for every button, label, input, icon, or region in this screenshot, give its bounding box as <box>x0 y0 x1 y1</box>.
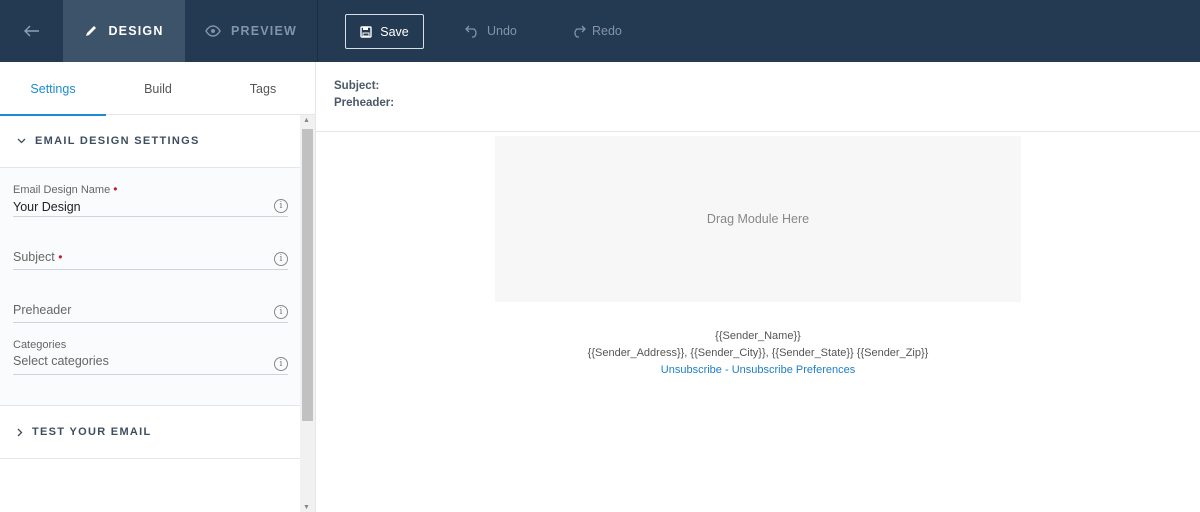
panel-tabs: Settings Build Tags <box>0 62 316 116</box>
tab-settings-label: Settings <box>30 81 76 96</box>
scroll-down-arrow-icon[interactable]: ▼ <box>303 504 310 511</box>
tab-settings[interactable]: Settings <box>0 62 106 116</box>
undo-icon <box>465 24 481 38</box>
chevron-right-icon <box>17 428 23 437</box>
drop-zone-text: Drag Module Here <box>706 212 810 226</box>
chevron-down-icon <box>17 138 26 144</box>
email-design-name-value: Your Design <box>13 200 81 214</box>
subject-label-text: Subject <box>13 250 55 264</box>
test-your-email-header[interactable]: TEST YOUR EMAIL <box>0 406 300 459</box>
email-meta: Subject: Preheader: <box>334 78 394 112</box>
email-design-settings-body: Email Design Name • Your Design i Subjec… <box>0 168 300 406</box>
subject-label: Subject • <box>13 250 288 264</box>
scroll-thumb[interactable] <box>302 129 313 421</box>
tab-preview-label: PREVIEW <box>230 24 298 38</box>
undo-button[interactable]: Undo <box>465 22 517 40</box>
email-design-settings-header[interactable]: EMAIL DESIGN SETTINGS <box>0 115 300 168</box>
email-design-name-label: Email Design Name • <box>13 182 288 196</box>
module-drop-zone[interactable]: Drag Module Here <box>495 136 1021 302</box>
settings-panel: Settings Build Tags EMAIL DESIGN SETTING… <box>0 62 316 512</box>
pencil-icon <box>84 24 98 38</box>
tab-build-label: Build <box>144 81 172 96</box>
unsubscribe-link[interactable]: Unsubscribe <box>661 364 722 376</box>
settings-scroll-area: EMAIL DESIGN SETTINGS Email Design Name … <box>0 115 300 512</box>
preheader-placeholder: Preheader <box>13 303 72 317</box>
redo-label: Redo <box>592 24 622 38</box>
section-title: EMAIL DESIGN SETTINGS <box>35 135 200 147</box>
unsubscribe-preferences-link[interactable]: Unsubscribe Preferences <box>732 364 856 376</box>
top-toolbar: DESIGN PREVIEW Save Undo Redo <box>0 0 1200 62</box>
info-icon[interactable]: i <box>274 252 288 266</box>
back-button[interactable] <box>0 0 63 62</box>
tab-tags-label: Tags <box>249 81 277 96</box>
categories-label: Categories <box>13 339 67 351</box>
email-design-name-label-text: Email Design Name <box>13 184 111 196</box>
toolbar-divider <box>317 0 318 62</box>
section-title: TEST YOUR EMAIL <box>32 426 152 438</box>
info-icon[interactable]: i <box>274 357 288 371</box>
tab-build[interactable]: Build <box>106 62 210 115</box>
subject-field[interactable]: Subject • i <box>13 250 288 270</box>
arrow-left-icon <box>23 25 40 37</box>
preheader-heading: Preheader: <box>334 97 395 109</box>
save-button[interactable]: Save <box>345 14 424 49</box>
preheader-field[interactable]: Preheader i <box>13 303 288 323</box>
tab-design-label: DESIGN <box>108 24 164 38</box>
eye-icon <box>205 25 221 37</box>
link-separator: - <box>721 364 732 376</box>
save-button-label: Save <box>380 24 409 39</box>
tab-design[interactable]: DESIGN <box>63 0 185 62</box>
info-icon[interactable]: i <box>274 199 288 213</box>
redo-icon <box>570 24 586 38</box>
required-marker: • <box>113 182 118 196</box>
email-canvas: Subject: Preheader: Drag Module Here {{S… <box>316 62 1200 512</box>
tab-preview[interactable]: PREVIEW <box>185 0 317 62</box>
redo-button[interactable]: Redo <box>570 22 622 40</box>
meta-divider <box>316 131 1200 132</box>
undo-label: Undo <box>487 24 517 38</box>
unsubscribe-links: Unsubscribe - Unsubscribe Preferences <box>316 362 1200 379</box>
categories-placeholder: Select categories <box>13 354 109 368</box>
subject-heading: Subject: <box>334 80 380 92</box>
email-footer: {{Sender_Name}} {{Sender_Address}}, {{Se… <box>316 328 1200 379</box>
scroll-up-arrow-icon[interactable]: ▲ <box>303 117 310 124</box>
tab-tags[interactable]: Tags <box>210 62 316 115</box>
sender-address: {{Sender_Address}}, {{Sender_City}}, {{S… <box>587 347 929 359</box>
email-design-name-field[interactable]: Email Design Name • Your Design i <box>13 182 288 217</box>
floppy-disk-icon <box>360 25 372 38</box>
panel-scrollbar[interactable]: ▲ ▼ <box>300 115 315 512</box>
sender-name: {{Sender_Name}} <box>715 330 801 342</box>
categories-field[interactable]: Categories Select categories i <box>13 339 288 375</box>
required-marker: • <box>58 250 63 264</box>
info-icon[interactable]: i <box>274 305 288 319</box>
